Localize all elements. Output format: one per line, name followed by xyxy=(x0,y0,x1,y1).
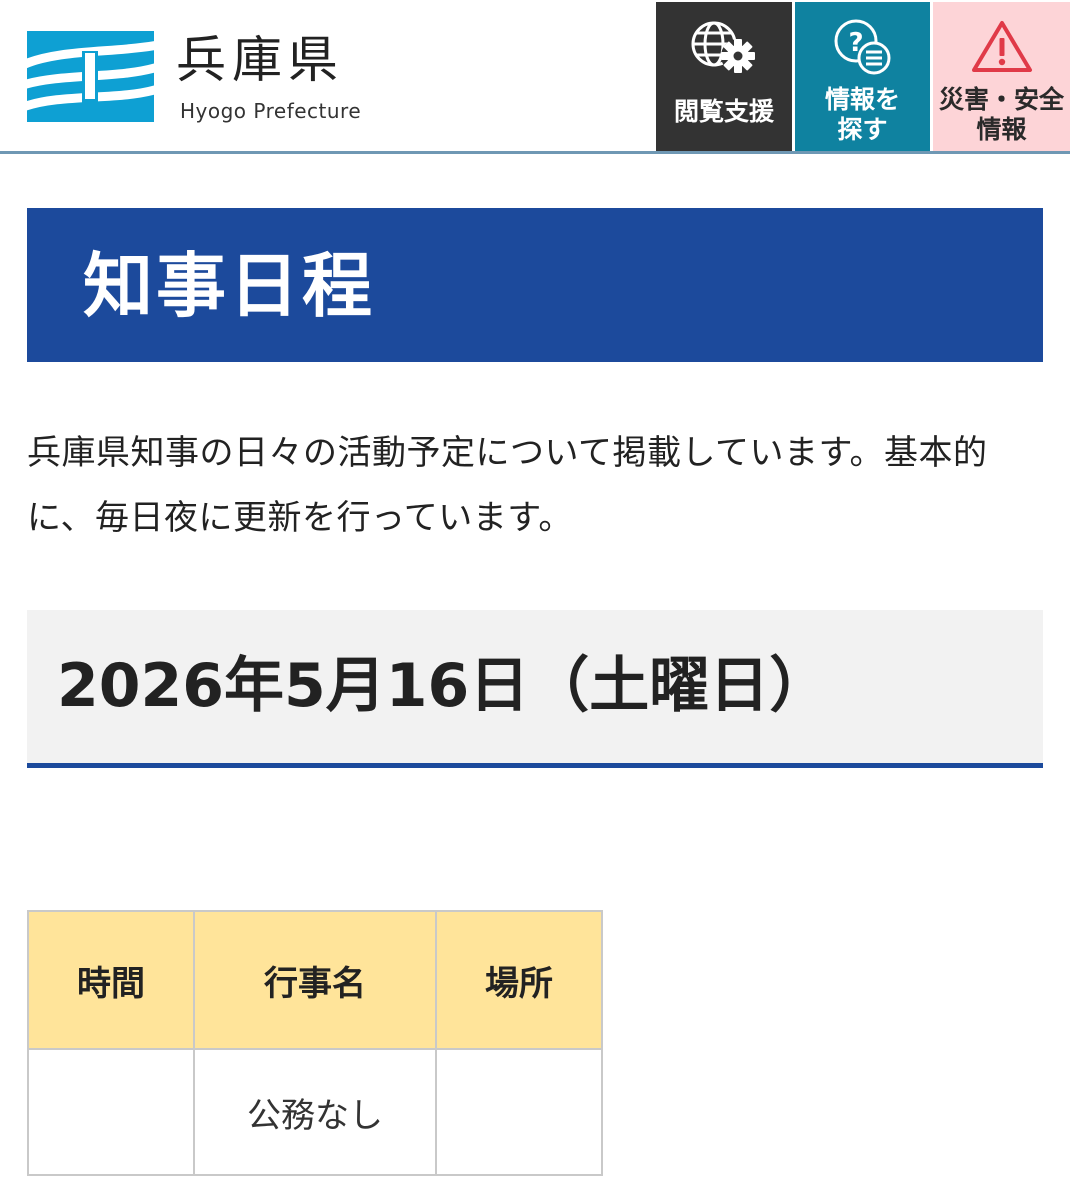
column-header-place: 場所 xyxy=(435,910,603,1050)
cell-event: 公務なし xyxy=(193,1048,437,1176)
warning-triangle-icon xyxy=(933,14,1070,80)
find-information-button[interactable]: ? 情報を 探す xyxy=(795,2,930,151)
page-title-banner: 知事日程 xyxy=(27,208,1043,362)
find-information-label-line2: 探す xyxy=(837,115,888,144)
schedule-table: 時間 行事名 場所 公務なし xyxy=(27,910,603,1176)
find-information-label-line1: 情報を xyxy=(824,85,900,114)
site-header: 兵庫県 Hyogo Prefecture 閲覧支援 ? 情報を 探す 災害・安全… xyxy=(0,0,1070,154)
disaster-safety-label-line2: 情報 xyxy=(976,115,1027,144)
table-row: 公務なし xyxy=(27,1048,603,1176)
date-heading-box: 2026年5月16日（土曜日） xyxy=(27,610,1043,768)
disaster-safety-label-line1: 災害・安全 xyxy=(938,85,1064,114)
site-name: 兵庫県 xyxy=(176,31,344,89)
cell-time xyxy=(27,1048,195,1176)
browsing-assist-button[interactable]: 閲覧支援 xyxy=(656,2,792,151)
intro-text: 兵庫県知事の日々の活動予定について掲載しています。基本的に、毎日夜に更新を行って… xyxy=(27,433,988,538)
page-title: 知事日程 xyxy=(83,245,375,327)
browsing-assist-label: 閲覧支援 xyxy=(673,97,774,126)
question-list-icon: ? xyxy=(795,14,930,80)
column-header-event: 行事名 xyxy=(193,910,437,1050)
date-heading: 2026年5月16日（土曜日） xyxy=(57,651,830,721)
column-header-time: 時間 xyxy=(27,910,195,1050)
hyogo-logo-icon xyxy=(27,31,154,122)
table-header-row: 時間 行事名 場所 xyxy=(27,910,603,1050)
globe-gear-icon xyxy=(656,14,792,80)
cell-place xyxy=(435,1048,603,1176)
disaster-safety-button[interactable]: 災害・安全 情報 xyxy=(933,2,1070,151)
site-name-english: Hyogo Prefecture xyxy=(180,99,362,123)
